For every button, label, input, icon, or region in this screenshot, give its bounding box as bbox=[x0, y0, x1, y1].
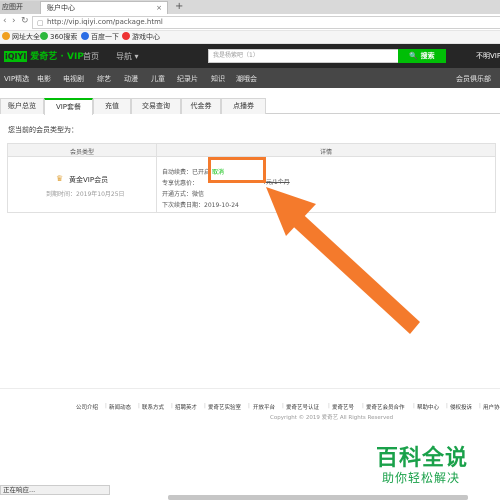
member-club-link[interactable]: 会员俱乐部 bbox=[456, 74, 491, 84]
bookmarks-bar: 网址大全 360搜索 百度一下 游戏中心 bbox=[0, 31, 500, 44]
url-input[interactable]: ▢ http://vip.iqiyi.com/package.html bbox=[32, 16, 500, 29]
footer-link[interactable]: 侵权投诉 bbox=[450, 403, 472, 411]
category-bar: VIP精选 电影 电视剧 综艺 动漫 儿童 纪录片 知识 潮哦会 会员俱乐部 bbox=[0, 68, 500, 88]
footer-link[interactable]: 帮助中心 bbox=[417, 403, 439, 411]
column-member-type: 会员类型 bbox=[69, 149, 94, 156]
bookmark-label: 网址大全 bbox=[12, 33, 40, 41]
footer-separator: | bbox=[204, 403, 206, 409]
page-icon: ▢ bbox=[37, 19, 44, 27]
footer-separator: | bbox=[479, 403, 481, 409]
url-text: http://vip.iqiyi.com/package.html bbox=[47, 18, 163, 26]
expire-date: 到期时间：2019年10月25日 bbox=[46, 191, 125, 198]
bookmark-label: 游戏中心 bbox=[132, 33, 160, 41]
360-icon bbox=[40, 32, 48, 40]
footer-separator: | bbox=[138, 403, 140, 409]
footer-separator: | bbox=[328, 403, 330, 409]
price-value: 4元/1个月 bbox=[262, 179, 290, 186]
folder-icon bbox=[2, 32, 10, 40]
status-bar: 正在响应... bbox=[0, 485, 110, 495]
next-renewal-row: 下次续费日期：2019-10-24 bbox=[162, 202, 239, 209]
footer-separator: | bbox=[171, 403, 173, 409]
footer-link[interactable]: 爱奇艺实验室 bbox=[208, 403, 241, 411]
logo-text: 爱奇艺 · VIP bbox=[30, 52, 84, 62]
forward-icon[interactable]: › bbox=[12, 16, 16, 26]
footer-separator: | bbox=[105, 403, 107, 409]
footer-separator: | bbox=[446, 403, 448, 409]
category-vip-picks[interactable]: VIP精选 bbox=[4, 74, 29, 84]
footer-separator: | bbox=[413, 403, 415, 409]
browser-tab-account-center[interactable]: 账户中心 × bbox=[40, 1, 168, 14]
category-anime[interactable]: 动漫 bbox=[124, 74, 138, 84]
tab-vouchers[interactable]: 代金券 bbox=[181, 98, 221, 114]
bookmark-360-search[interactable]: 360搜索 bbox=[40, 32, 77, 43]
user-login-link[interactable]: 不明VIP bbox=[476, 51, 500, 61]
arrow-shaft bbox=[284, 206, 420, 334]
tab-vip-package[interactable]: VIP套餐 bbox=[44, 98, 93, 115]
logo-mark: iQIYI bbox=[4, 51, 28, 62]
vip-type-name: 黄金VIP会员 bbox=[69, 176, 109, 184]
category-movies[interactable]: 电影 bbox=[37, 74, 51, 84]
account-tabs: 账户总览 VIP套餐 充值 交易查询 代金券 点播券 bbox=[0, 98, 500, 115]
category-knowledge[interactable]: 知识 bbox=[211, 74, 225, 84]
category-variety[interactable]: 综艺 bbox=[97, 74, 111, 84]
category-trend[interactable]: 潮哦会 bbox=[236, 74, 257, 84]
address-bar: ‹ › ↻ ▢ http://vip.iqiyi.com/package.htm… bbox=[0, 14, 500, 31]
category-kids[interactable]: 儿童 bbox=[151, 74, 165, 84]
bookmark-baidu[interactable]: 百度一下 bbox=[81, 32, 119, 43]
footer-link[interactable]: 爱奇艺号 bbox=[332, 403, 354, 411]
member-type-label: 您当前的会员类型为： bbox=[8, 126, 78, 134]
site-header: iQIYI 爱奇艺 · VIP 首页 导航 ▾ 我是杨紫吧（1） 🔍 搜索 不明V… bbox=[0, 44, 500, 68]
baidu-icon bbox=[81, 32, 89, 40]
footer-link[interactable]: 开放平台 bbox=[253, 403, 275, 411]
iqiyi-vip-logo[interactable]: iQIYI 爱奇艺 · VIP bbox=[4, 49, 84, 62]
footer-link[interactable]: 爱奇艺会员合作 bbox=[366, 403, 405, 411]
tab-transactions[interactable]: 交易查询 bbox=[131, 98, 181, 114]
browser-tab-previous[interactable]: 应图开 bbox=[0, 1, 40, 14]
table-header: 会员类型 详情 bbox=[8, 144, 495, 157]
footer-link[interactable]: 新闻动态 bbox=[109, 403, 131, 411]
footer-separator: | bbox=[362, 403, 364, 409]
footer-link[interactable]: 用户协 bbox=[483, 403, 500, 411]
footer-link[interactable]: 公司介绍 bbox=[76, 403, 98, 411]
highlight-box bbox=[208, 157, 266, 183]
category-tv[interactable]: 电视剧 bbox=[63, 74, 84, 84]
horizontal-scrollbar[interactable] bbox=[168, 495, 468, 500]
bookmark-game-center[interactable]: 游戏中心 bbox=[122, 32, 160, 43]
tab-recharge[interactable]: 充值 bbox=[93, 98, 131, 114]
open-method-row: 开通方式：微信 bbox=[162, 191, 205, 198]
footer-link[interactable]: 招聘英才 bbox=[175, 403, 197, 411]
column-details: 详情 bbox=[319, 149, 332, 156]
tab-title: 账户中心 bbox=[47, 4, 75, 12]
footer-link[interactable]: 联系方式 bbox=[142, 403, 164, 411]
close-icon[interactable]: × bbox=[156, 2, 162, 14]
footer-divider bbox=[0, 388, 500, 389]
new-tab-icon[interactable]: + bbox=[175, 0, 183, 13]
copyright-text: Copyright © 2019 爱奇艺 All Rights Reserved bbox=[270, 415, 394, 421]
tab-account-overview[interactable]: 账户总览 bbox=[0, 98, 44, 114]
bookmark-url-directory[interactable]: 网址大全 bbox=[2, 32, 40, 43]
watermark-subtitle: 助你轻松解决 bbox=[382, 471, 461, 485]
footer-link[interactable]: 爱奇艺号认证 bbox=[286, 403, 319, 411]
category-documentary[interactable]: 纪录片 bbox=[177, 74, 198, 84]
auto-renew-label: 自动续费：已 bbox=[162, 169, 199, 176]
back-icon[interactable]: ‹ bbox=[3, 16, 7, 26]
price-label: 专享优惠价： bbox=[162, 180, 199, 187]
footer-separator: | bbox=[282, 403, 284, 409]
price-row: 专享优惠价： bbox=[162, 178, 198, 187]
search-input[interactable]: 我是杨紫吧（1） bbox=[208, 49, 400, 63]
crown-icon: ♛ bbox=[56, 174, 64, 183]
column-divider bbox=[156, 144, 157, 212]
nav-home[interactable]: 首页 bbox=[83, 51, 99, 62]
tab-ondemand-coupons[interactable]: 点播券 bbox=[221, 98, 266, 114]
footer-separator: | bbox=[248, 403, 250, 409]
search-button[interactable]: 🔍 搜索 bbox=[398, 49, 446, 63]
refresh-icon[interactable]: ↻ bbox=[21, 16, 29, 26]
bookmark-label: 360搜索 bbox=[50, 33, 78, 41]
bookmark-label: 百度一下 bbox=[91, 33, 119, 41]
game-icon bbox=[122, 32, 130, 40]
watermark-title: 百科全说 bbox=[376, 446, 469, 471]
nav-guide-dropdown[interactable]: 导航 ▾ bbox=[116, 51, 139, 62]
browser-tab-bar: 应图开 账户中心 × + bbox=[0, 0, 500, 14]
